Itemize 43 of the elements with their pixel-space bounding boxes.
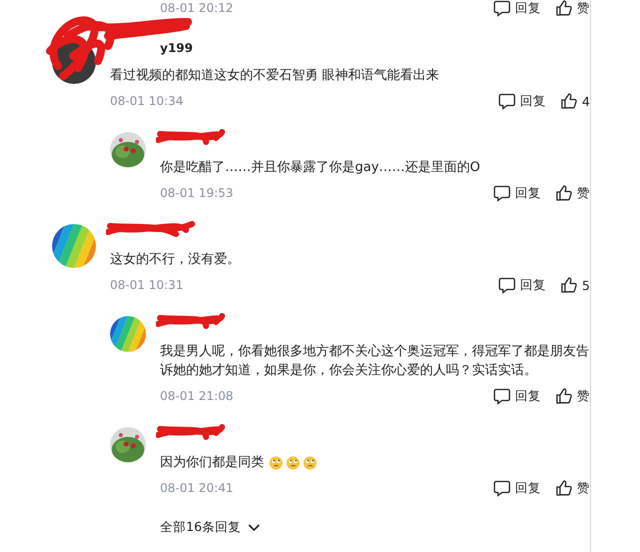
timestamp: 08-01 19:53 [160, 186, 234, 200]
like-button[interactable]: 赞 [555, 387, 590, 405]
thumbs-up-icon [555, 387, 573, 405]
chevron-down-icon [246, 522, 261, 533]
thumbs-up-icon [555, 479, 573, 497]
avatar [110, 316, 146, 352]
comment-icon [493, 479, 511, 497]
reply-button[interactable]: 回复 [493, 387, 541, 405]
comment-icon [498, 92, 516, 110]
comment-text: 看过视频的都知道这女的不爱石智勇 眼神和语气能看出来 [110, 67, 440, 85]
reply-button[interactable]: 回复 [498, 276, 546, 294]
comment-text: 你是吃醋了……并且你暴露了你是gay……还是里面的O [160, 159, 482, 177]
thumbs-up-icon [555, 184, 573, 202]
thumbs-up-icon [555, 0, 573, 17]
like-button[interactable]: 4 [560, 92, 590, 110]
username: y199 [160, 41, 193, 55]
like-button[interactable]: 赞 [555, 0, 590, 17]
comment-text: 我是男人呢，你看她很多地方都不关心这个奥运冠军，得冠军了都是朋友告诉她的她才知道，如果是你，你会关注你心爱的人吗？实话实话。 [160, 343, 590, 380]
timestamp: 08-01 20:12 [160, 1, 234, 15]
comment-text: 因为你们都是同类 [160, 454, 264, 472]
comment-text: 这女的不行，没有爱。 [110, 251, 241, 269]
thumbs-up-icon [560, 92, 578, 110]
timestamp: 08-01 21:08 [160, 389, 234, 403]
comment-icon [493, 0, 511, 17]
reply-button[interactable]: 回复 [493, 479, 541, 497]
emoji-icon [303, 456, 317, 470]
timestamp: 08-01 10:34 [110, 94, 184, 108]
comment-icon [493, 387, 511, 405]
timestamp: 08-01 20:41 [160, 481, 234, 495]
comment-icon [498, 276, 516, 294]
reply-button[interactable]: 回复 [498, 92, 546, 110]
like-button[interactable]: 赞 [555, 479, 590, 497]
show-replies-button[interactable]: 全部16条回复 [160, 519, 261, 536]
thumbs-up-icon [560, 276, 578, 294]
reply-button[interactable]: 回复 [493, 0, 541, 17]
like-button[interactable]: 赞 [555, 184, 590, 202]
emoji-icon [269, 456, 283, 470]
avatar [52, 224, 96, 268]
timestamp: 08-01 10:31 [110, 278, 184, 292]
emoji-icon [286, 456, 300, 470]
like-button[interactable]: 5 [560, 276, 590, 294]
reply-button[interactable]: 回复 [493, 184, 541, 202]
comment-icon [493, 184, 511, 202]
